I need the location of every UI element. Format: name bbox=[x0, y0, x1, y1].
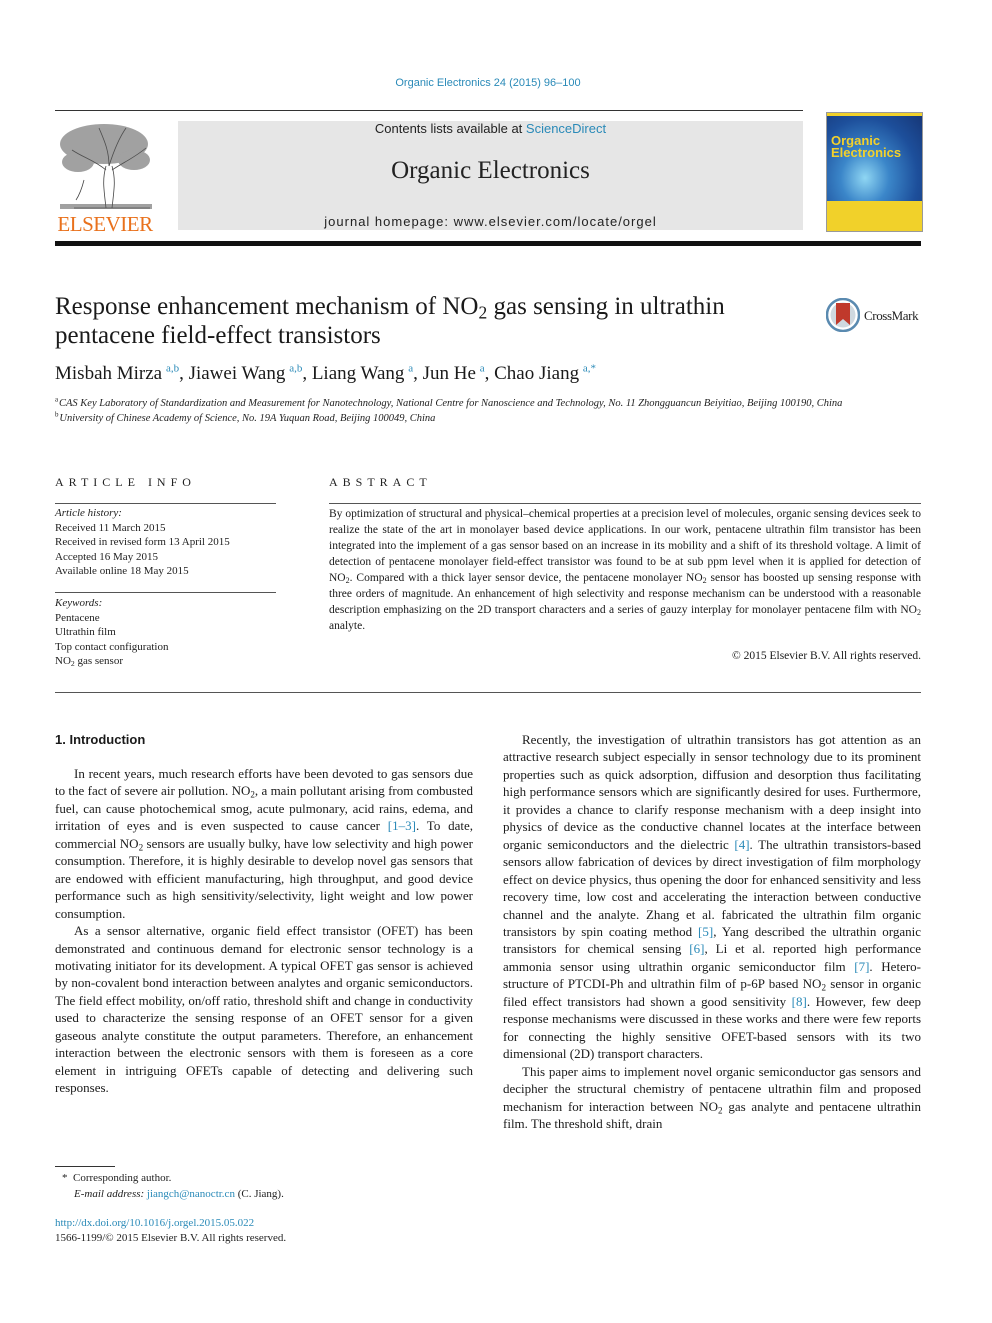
history-item: Received in revised form 13 April 2015 bbox=[55, 536, 230, 548]
author[interactable]: Misbah Mirza a,b, bbox=[55, 363, 189, 384]
body-column-left: In recent years, much research efforts h… bbox=[55, 765, 473, 1097]
abstract-end-rule bbox=[55, 692, 921, 693]
email-note: E-mail address: jiangch@nanoctr.cn (C. J… bbox=[62, 1186, 284, 1202]
journal-citation-link[interactable]: Organic Electronics 24 (2015) 96–100 bbox=[0, 77, 976, 89]
author-separator: , bbox=[484, 363, 495, 384]
elsevier-wordmark: ELSEVIER bbox=[57, 212, 153, 236]
elsevier-tree-icon bbox=[60, 124, 152, 209]
author-name: Jun He bbox=[422, 363, 476, 384]
cover-bottom-band bbox=[827, 201, 922, 231]
cover-title-line2: Electronics bbox=[831, 145, 902, 160]
keyword: Pentacene bbox=[55, 611, 100, 624]
author-list: Misbah Mirza a,b, Jiawei Wang a,b, Liang… bbox=[55, 363, 596, 385]
cover-top-bar bbox=[827, 113, 922, 116]
affiliation: a CAS Key Laboratory of Standardization … bbox=[55, 396, 915, 411]
affiliation-text: University of Chinese Academy of Science… bbox=[59, 413, 436, 424]
keywords: Keywords: Pentacene Ultrathin film Top c… bbox=[55, 596, 276, 669]
corresponding-author-note: * Corresponding author. bbox=[62, 1170, 284, 1186]
abstract-segment: analyte. bbox=[329, 620, 366, 632]
crossmark-icon bbox=[826, 298, 860, 332]
history-item: Available online 18 May 2015 bbox=[55, 565, 189, 577]
crossmark-label: CrossMark bbox=[864, 308, 919, 323]
reference-link[interactable]: [6] bbox=[689, 941, 704, 956]
email-link[interactable]: jiangch@nanoctr.cn bbox=[147, 1188, 235, 1200]
keyword-text: NO bbox=[55, 655, 71, 667]
reference-link[interactable]: [7] bbox=[854, 959, 869, 974]
keyword: Ultrathin film bbox=[55, 626, 116, 638]
title-part1: Response enhancement mechanism of NO bbox=[55, 293, 479, 320]
history-label: Article history: bbox=[55, 507, 122, 519]
keyword: Top contact configuration bbox=[55, 640, 169, 653]
keywords-rule bbox=[55, 592, 276, 593]
issn-copyright: 1566-1199/© 2015 Elsevier B.V. All right… bbox=[55, 1232, 287, 1244]
header-rule bbox=[55, 110, 803, 111]
cover-title: Organic Electronics bbox=[831, 134, 902, 160]
body-column-right: Recently, the investigation of ultrathin… bbox=[503, 731, 921, 1132]
crossmark-button[interactable]: CrossMark bbox=[826, 298, 936, 334]
footnotes: * Corresponding author. E-mail address: … bbox=[62, 1170, 284, 1202]
history-item: Accepted 16 May 2015 bbox=[55, 550, 158, 563]
affiliation-text: CAS Key Laboratory of Standardization an… bbox=[59, 398, 843, 409]
author-name: Chao Jiang bbox=[494, 363, 580, 384]
article-info-rule bbox=[55, 503, 276, 504]
author-affiliation-link[interactable]: a,b bbox=[289, 363, 302, 375]
title-subscript: 2 bbox=[478, 302, 488, 323]
abstract-heading: ABSTRACT bbox=[329, 475, 432, 489]
affiliation-key: b bbox=[55, 410, 59, 419]
article-title: Response enhancement mechanism of NO2 ga… bbox=[55, 292, 795, 350]
keywords-label: Keywords: bbox=[55, 597, 103, 609]
paragraph: Recently, the investigation of ultrathin… bbox=[503, 731, 921, 1063]
reference-link[interactable]: [8] bbox=[792, 994, 807, 1009]
footnote-rule bbox=[55, 1166, 115, 1167]
paragraph: This paper aims to implement novel organ… bbox=[503, 1063, 921, 1133]
journal-banner: Contents lists available at ScienceDirec… bbox=[178, 121, 803, 230]
contents-prefix: Contents lists available at bbox=[374, 121, 526, 136]
author[interactable]: Jun He a, bbox=[423, 363, 495, 384]
reference-link[interactable]: [5] bbox=[698, 924, 713, 939]
author[interactable]: Jiawei Wang a,b, bbox=[189, 363, 312, 384]
paragraph: As a sensor alternative, organic field e… bbox=[55, 923, 473, 1096]
footnote-text: Corresponding author. bbox=[73, 1172, 172, 1184]
contents-line: Contents lists available at ScienceDirec… bbox=[178, 121, 803, 136]
author-affiliation-link[interactable]: a,* bbox=[583, 363, 596, 375]
author-name: Misbah Mirza bbox=[55, 363, 163, 384]
journal-homepage-link[interactable]: journal homepage: www.elsevier.com/locat… bbox=[178, 214, 803, 229]
reference-link[interactable]: [1–3] bbox=[388, 818, 416, 833]
reference-link[interactable]: [4] bbox=[734, 837, 749, 852]
footnote-star: * bbox=[62, 1172, 68, 1184]
doi-block: http://dx.doi.org/10.1016/j.orgel.2015.0… bbox=[55, 1216, 286, 1246]
affiliation-key: a bbox=[55, 395, 59, 404]
history-item: Received 11 March 2015 bbox=[55, 521, 166, 534]
journal-name: Organic Electronics bbox=[391, 157, 590, 184]
affiliations: a CAS Key Laboratory of Standardization … bbox=[55, 396, 915, 426]
email-owner: (C. Jiang). bbox=[234, 1188, 284, 1200]
keyword-text: gas sensor bbox=[74, 655, 124, 667]
abstract-copyright: © 2015 Elsevier B.V. All rights reserved… bbox=[732, 650, 921, 662]
elsevier-logo[interactable]: ELSEVIER bbox=[54, 120, 156, 236]
abstract-segment: . Compared with a thick layer sensor dev… bbox=[349, 572, 703, 584]
author-separator: , bbox=[413, 363, 423, 384]
abstract-rule bbox=[329, 503, 921, 504]
header-thick-rule bbox=[55, 241, 921, 246]
section-heading-introduction: 1. Introduction bbox=[55, 732, 146, 747]
article-history: Article history: Received 11 March 2015 … bbox=[55, 506, 276, 579]
author-name: Jiawei Wang bbox=[188, 363, 286, 384]
author-name: Liang Wang bbox=[311, 363, 405, 384]
article-info-heading: ARTICLE INFO bbox=[55, 475, 196, 489]
affiliation: b University of Chinese Academy of Scien… bbox=[55, 411, 915, 426]
subscript: 2 bbox=[916, 608, 921, 617]
author[interactable]: Liang Wang a, bbox=[312, 363, 423, 384]
author-separator: , bbox=[302, 363, 312, 384]
paragraph: In recent years, much research efforts h… bbox=[55, 765, 473, 922]
doi-link[interactable]: http://dx.doi.org/10.1016/j.orgel.2015.0… bbox=[55, 1217, 254, 1229]
sciencedirect-link[interactable]: ScienceDirect bbox=[526, 121, 606, 136]
email-label: E-mail address: bbox=[74, 1188, 145, 1200]
text: Recently, the investigation of ultrathin… bbox=[503, 732, 921, 852]
author-affiliation-link[interactable]: a,b bbox=[166, 363, 179, 375]
abstract-text: By optimization of structural and physic… bbox=[329, 506, 921, 634]
keyword: NO2 gas sensor bbox=[55, 654, 276, 669]
journal-cover-image[interactable]: Organic Electronics bbox=[826, 112, 923, 232]
author[interactable]: Chao Jiang a,* bbox=[494, 363, 596, 384]
author-separator: , bbox=[179, 363, 189, 384]
